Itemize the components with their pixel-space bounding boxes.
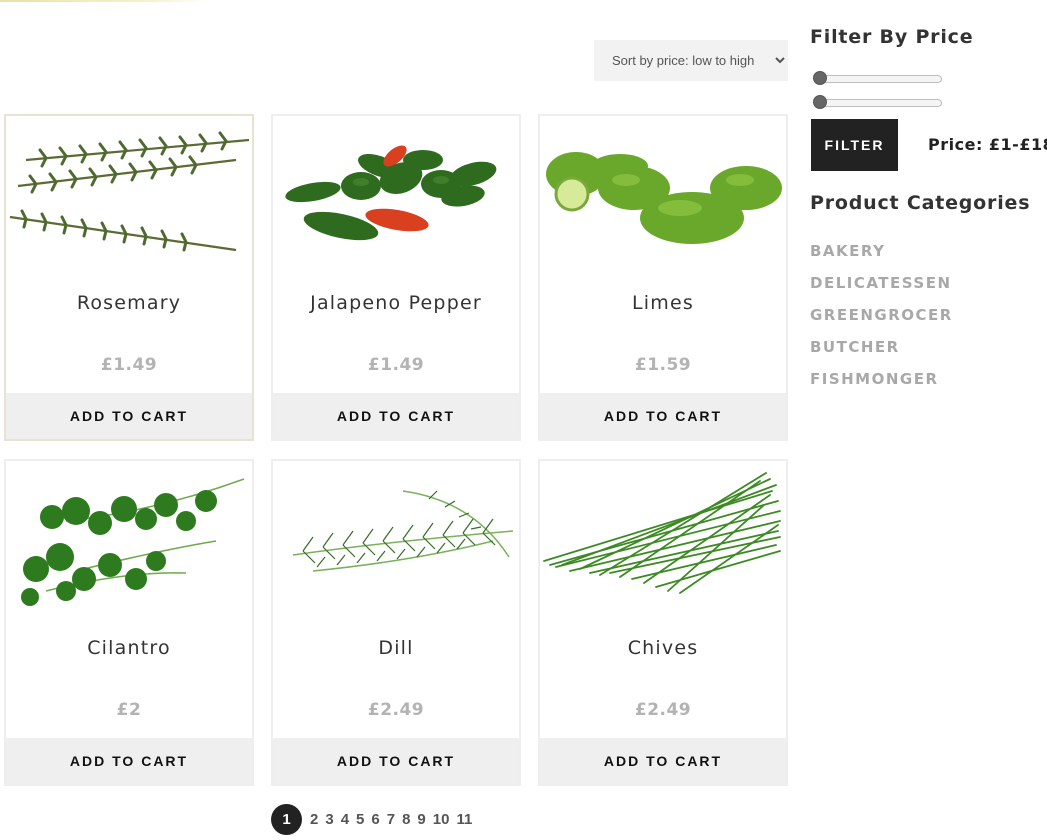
product-name[interactable]: Chives: [540, 637, 786, 659]
product-card: Jalapeno Pepper £1.49 ADD TO CART: [271, 114, 521, 441]
cilantro-image[interactable]: [6, 461, 252, 611]
product-price: £1.49: [100, 355, 158, 375]
product-name[interactable]: Cilantro: [6, 637, 252, 659]
product-name[interactable]: Limes: [540, 292, 786, 314]
product-categories-title: Product Categories: [810, 192, 1031, 214]
add-to-cart-button[interactable]: ADD TO CART: [6, 393, 252, 439]
add-to-cart-button[interactable]: ADD TO CART: [540, 738, 786, 784]
product-name[interactable]: Dill: [273, 637, 519, 659]
add-to-cart-button[interactable]: ADD TO CART: [6, 738, 252, 784]
filter-by-price-title: Filter By Price: [810, 26, 974, 48]
category-link-greengrocer[interactable]: GREENGROCER: [810, 306, 953, 324]
price-slider-min[interactable]: [813, 71, 942, 85]
product-card: Chives £2.49 ADD TO CART: [538, 459, 788, 786]
page-link[interactable]: 3: [325, 811, 333, 828]
category-link-butcher[interactable]: BUTCHER: [810, 338, 900, 356]
filter-button[interactable]: FILTER: [811, 119, 898, 171]
product-name[interactable]: Rosemary: [6, 292, 252, 314]
category-link-fishmonger[interactable]: FISHMONGER: [810, 370, 939, 388]
product-name[interactable]: Jalapeno Pepper: [273, 292, 519, 314]
pagination: 1 2 3 4 5 6 7 8 9 10 11: [271, 803, 479, 835]
sort-select[interactable]: Sort by price: low to high: [594, 40, 788, 81]
page-link[interactable]: 4: [341, 811, 349, 828]
product-card: Dill £2.49 ADD TO CART: [271, 459, 521, 786]
page-link[interactable]: 8: [402, 811, 410, 828]
product-card: Cilantro £2 ADD TO CART: [4, 459, 254, 786]
product-price: £2: [116, 700, 142, 720]
add-to-cart-button[interactable]: ADD TO CART: [273, 393, 519, 439]
limes-image[interactable]: [540, 116, 786, 266]
product-card: Rosemary £1.49 ADD TO CART: [4, 114, 254, 441]
page-link[interactable]: 5: [356, 811, 364, 828]
category-link-delicatessen[interactable]: DELICATESSEN: [810, 274, 952, 292]
category-link-bakery[interactable]: BAKERY: [810, 242, 886, 260]
price-slider-max[interactable]: [813, 95, 942, 109]
rosemary-image[interactable]: [6, 116, 252, 266]
top-accent-bar: [0, 0, 210, 2]
page-link[interactable]: 7: [387, 811, 395, 828]
product-price: £1.49: [367, 355, 425, 375]
slider-min-handle[interactable]: [813, 71, 827, 85]
product-price: £2.49: [634, 700, 692, 720]
chives-image[interactable]: [540, 461, 786, 611]
dill-image[interactable]: [273, 461, 519, 611]
product-card: Limes £1.59 ADD TO CART: [538, 114, 788, 441]
slider-max-handle[interactable]: [813, 95, 827, 109]
page-link[interactable]: 6: [371, 811, 379, 828]
page-link[interactable]: 2: [310, 811, 318, 828]
price-range-label: Price: £1-£18: [928, 135, 1047, 154]
jalapeno-pepper-image[interactable]: [273, 116, 519, 266]
product-price: £1.59: [634, 355, 692, 375]
sidebar: Filter By Price FILTER Price: £1-£18 Pro…: [810, 0, 1047, 840]
add-to-cart-button[interactable]: ADD TO CART: [273, 738, 519, 784]
page-current: 1: [271, 803, 302, 835]
product-price: £2.49: [367, 700, 425, 720]
add-to-cart-button[interactable]: ADD TO CART: [540, 393, 786, 439]
page-link[interactable]: 11: [456, 811, 472, 828]
page-link[interactable]: 10: [433, 811, 450, 828]
page-link[interactable]: 9: [417, 811, 425, 828]
